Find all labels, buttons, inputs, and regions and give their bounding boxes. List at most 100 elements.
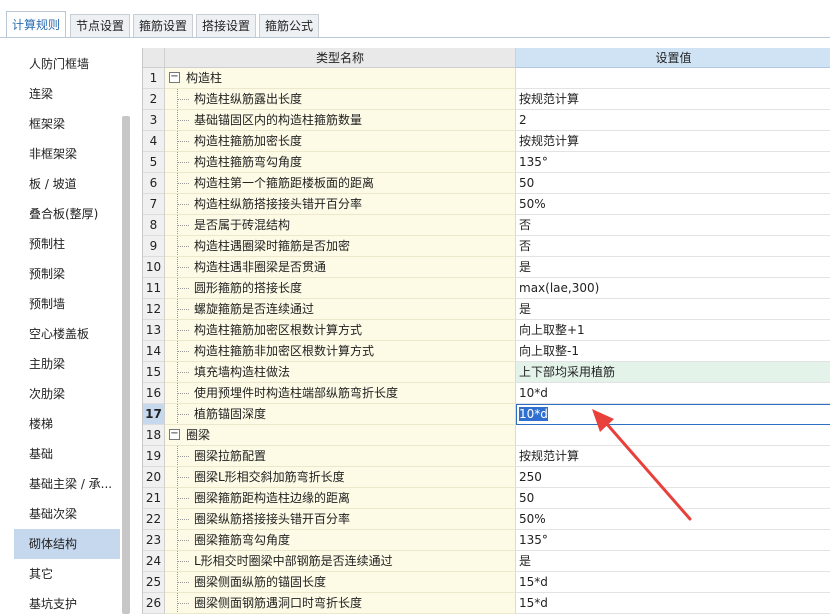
value-cell[interactable]: 向上取整+1 xyxy=(516,320,830,341)
value-cell[interactable]: 50 xyxy=(516,173,830,194)
tab-calc-rules[interactable]: 计算规则 xyxy=(6,11,66,38)
row-number[interactable]: 17 xyxy=(143,404,165,425)
row-number[interactable]: 8 xyxy=(143,215,165,236)
sidebar-item[interactable]: 预制梁 xyxy=(14,259,120,289)
sidebar-item[interactable]: 基础 xyxy=(14,439,120,469)
row-number[interactable]: 10 xyxy=(143,257,165,278)
row-number[interactable]: 23 xyxy=(143,530,165,551)
row-number[interactable]: 24 xyxy=(143,551,165,572)
value-cell[interactable]: 上下部均采用植筋 xyxy=(516,362,830,383)
value-cell[interactable]: 50% xyxy=(516,509,830,530)
row-number[interactable]: 11 xyxy=(143,278,165,299)
value-cell[interactable]: 15*d xyxy=(516,593,830,614)
row-number[interactable]: 20 xyxy=(143,467,165,488)
sidebar-item[interactable]: 人防门框墙 xyxy=(14,49,120,79)
tab-lap-settings[interactable]: 搭接设置 xyxy=(196,14,256,37)
row-number[interactable]: 4 xyxy=(143,131,165,152)
row-number[interactable]: 18 xyxy=(143,425,165,446)
table-row[interactable]: 22 圈梁纵筋搭接接头错开百分率 50% xyxy=(143,509,830,530)
table-row[interactable]: 10 构造柱遇非圈梁是否贯通 是 xyxy=(143,257,830,278)
table-row[interactable]: 25 圈梁侧面纵筋的锚固长度 15*d xyxy=(143,572,830,593)
row-number[interactable]: 25 xyxy=(143,572,165,593)
table-row[interactable]: 13 构造柱箍筋加密区根数计算方式 向上取整+1 xyxy=(143,320,830,341)
value-cell[interactable]: 向上取整-1 xyxy=(516,341,830,362)
table-row[interactable]: 19 圈梁拉筋配置 按规范计算 xyxy=(143,446,830,467)
value-cell[interactable]: 否 xyxy=(516,215,830,236)
sidebar-scrollbar[interactable] xyxy=(122,116,130,614)
value-cell[interactable]: 按规范计算 xyxy=(516,446,830,467)
value-cell[interactable]: 是 xyxy=(516,257,830,278)
row-number[interactable]: 13 xyxy=(143,320,165,341)
row-number[interactable]: 26 xyxy=(143,593,165,614)
value-cell[interactable]: 50 xyxy=(516,488,830,509)
sidebar-item[interactable]: 预制墙 xyxy=(14,289,120,319)
sidebar-item[interactable]: 主肋梁 xyxy=(14,349,120,379)
sidebar-item[interactable]: 空心楼盖板 xyxy=(14,319,120,349)
sidebar-item[interactable]: 预制柱 xyxy=(14,229,120,259)
row-number[interactable]: 1 xyxy=(143,68,165,89)
collapse-toggle-icon[interactable]: − xyxy=(169,72,180,83)
value-cell[interactable]: 是 xyxy=(516,299,830,320)
sidebar-item[interactable]: 板 / 坡道 xyxy=(14,169,120,199)
row-number[interactable]: 9 xyxy=(143,236,165,257)
table-row[interactable]: 6 构造柱第一个箍筋距楼板面的距离 50 xyxy=(143,173,830,194)
row-number[interactable]: 16 xyxy=(143,383,165,404)
value-cell[interactable]: max(lae,300) xyxy=(516,278,830,299)
sidebar-item[interactable]: 其它 xyxy=(14,559,120,589)
table-row[interactable]: 8 是否属于砖混结构 否 xyxy=(143,215,830,236)
sidebar-item[interactable]: 框架梁 xyxy=(14,109,120,139)
table-row[interactable]: 11 圆形箍筋的搭接长度 max(lae,300) xyxy=(143,278,830,299)
table-row[interactable]: 7 构造柱纵筋搭接接头错开百分率 50% xyxy=(143,194,830,215)
table-row[interactable]: 26 圈梁侧面钢筋遇洞口时弯折长度 15*d xyxy=(143,593,830,614)
table-row[interactable]: 21 圈梁箍筋距构造柱边缘的距离 50 xyxy=(143,488,830,509)
table-row[interactable]: 23 圈梁箍筋弯勾角度 135° xyxy=(143,530,830,551)
column-header-name[interactable]: 类型名称 xyxy=(165,48,516,68)
row-number[interactable]: 19 xyxy=(143,446,165,467)
value-cell[interactable] xyxy=(516,68,830,89)
table-row[interactable]: 12 螺旋箍筋是否连续通过 是 xyxy=(143,299,830,320)
row-number[interactable]: 22 xyxy=(143,509,165,530)
sidebar-item[interactable]: 楼梯 xyxy=(14,409,120,439)
row-number[interactable]: 12 xyxy=(143,299,165,320)
table-row[interactable]: 4 构造柱箍筋加密长度 按规范计算 xyxy=(143,131,830,152)
row-number[interactable]: 2 xyxy=(143,89,165,110)
group-row[interactable]: 1− 构造柱 xyxy=(143,68,830,89)
row-number[interactable]: 21 xyxy=(143,488,165,509)
row-number[interactable]: 15 xyxy=(143,362,165,383)
sidebar-item[interactable]: 基础次梁 xyxy=(14,499,120,529)
table-row[interactable]: 17 植筋锚固深度 10*d xyxy=(143,404,830,425)
table-row[interactable]: 20 圈梁L形相交斜加筋弯折长度 250 xyxy=(143,467,830,488)
row-number[interactable]: 7 xyxy=(143,194,165,215)
sidebar-item[interactable]: 砌体结构 xyxy=(14,529,120,559)
sidebar-item[interactable]: 次肋梁 xyxy=(14,379,120,409)
table-row[interactable]: 3 基础锚固区内的构造柱箍筋数量 2 xyxy=(143,110,830,131)
sidebar-item[interactable]: 叠合板(整厚) xyxy=(14,199,120,229)
sidebar-item[interactable]: 基坑支护 xyxy=(14,589,120,614)
value-cell[interactable]: 按规范计算 xyxy=(516,131,830,152)
tab-node-settings[interactable]: 节点设置 xyxy=(70,14,130,37)
table-row[interactable]: 16 使用预埋件时构造柱端部纵筋弯折长度 10*d xyxy=(143,383,830,404)
sidebar-item[interactable]: 非框架梁 xyxy=(14,139,120,169)
collapse-toggle-icon[interactable]: − xyxy=(169,429,180,440)
tab-stirrup-settings[interactable]: 箍筋设置 xyxy=(133,14,193,37)
value-cell[interactable]: 按规范计算 xyxy=(516,89,830,110)
table-row[interactable]: 14 构造柱箍筋非加密区根数计算方式 向上取整-1 xyxy=(143,341,830,362)
value-cell[interactable]: 10*d xyxy=(516,383,830,404)
value-cell[interactable]: 是 xyxy=(516,551,830,572)
value-cell[interactable]: 135° xyxy=(516,152,830,173)
selected-value-text[interactable]: 10*d xyxy=(519,407,548,421)
value-cell[interactable]: 否 xyxy=(516,236,830,257)
table-row[interactable]: 15 填充墙构造柱做法 上下部均采用植筋 xyxy=(143,362,830,383)
column-header-value[interactable]: 设置值 xyxy=(516,48,830,68)
row-number[interactable]: 3 xyxy=(143,110,165,131)
sidebar-item[interactable]: 基础主梁 / 承... xyxy=(14,469,120,499)
value-cell[interactable] xyxy=(516,425,830,446)
tab-stirrup-formula[interactable]: 箍筋公式 xyxy=(259,14,319,37)
value-cell[interactable]: 135° xyxy=(516,530,830,551)
value-cell[interactable]: 15*d xyxy=(516,572,830,593)
table-row[interactable]: 5 构造柱箍筋弯勾角度 135° xyxy=(143,152,830,173)
sidebar-item[interactable]: 连梁 xyxy=(14,79,120,109)
value-edit-input[interactable]: 10*d xyxy=(516,404,830,425)
group-row[interactable]: 18− 圈梁 xyxy=(143,425,830,446)
row-number[interactable]: 6 xyxy=(143,173,165,194)
